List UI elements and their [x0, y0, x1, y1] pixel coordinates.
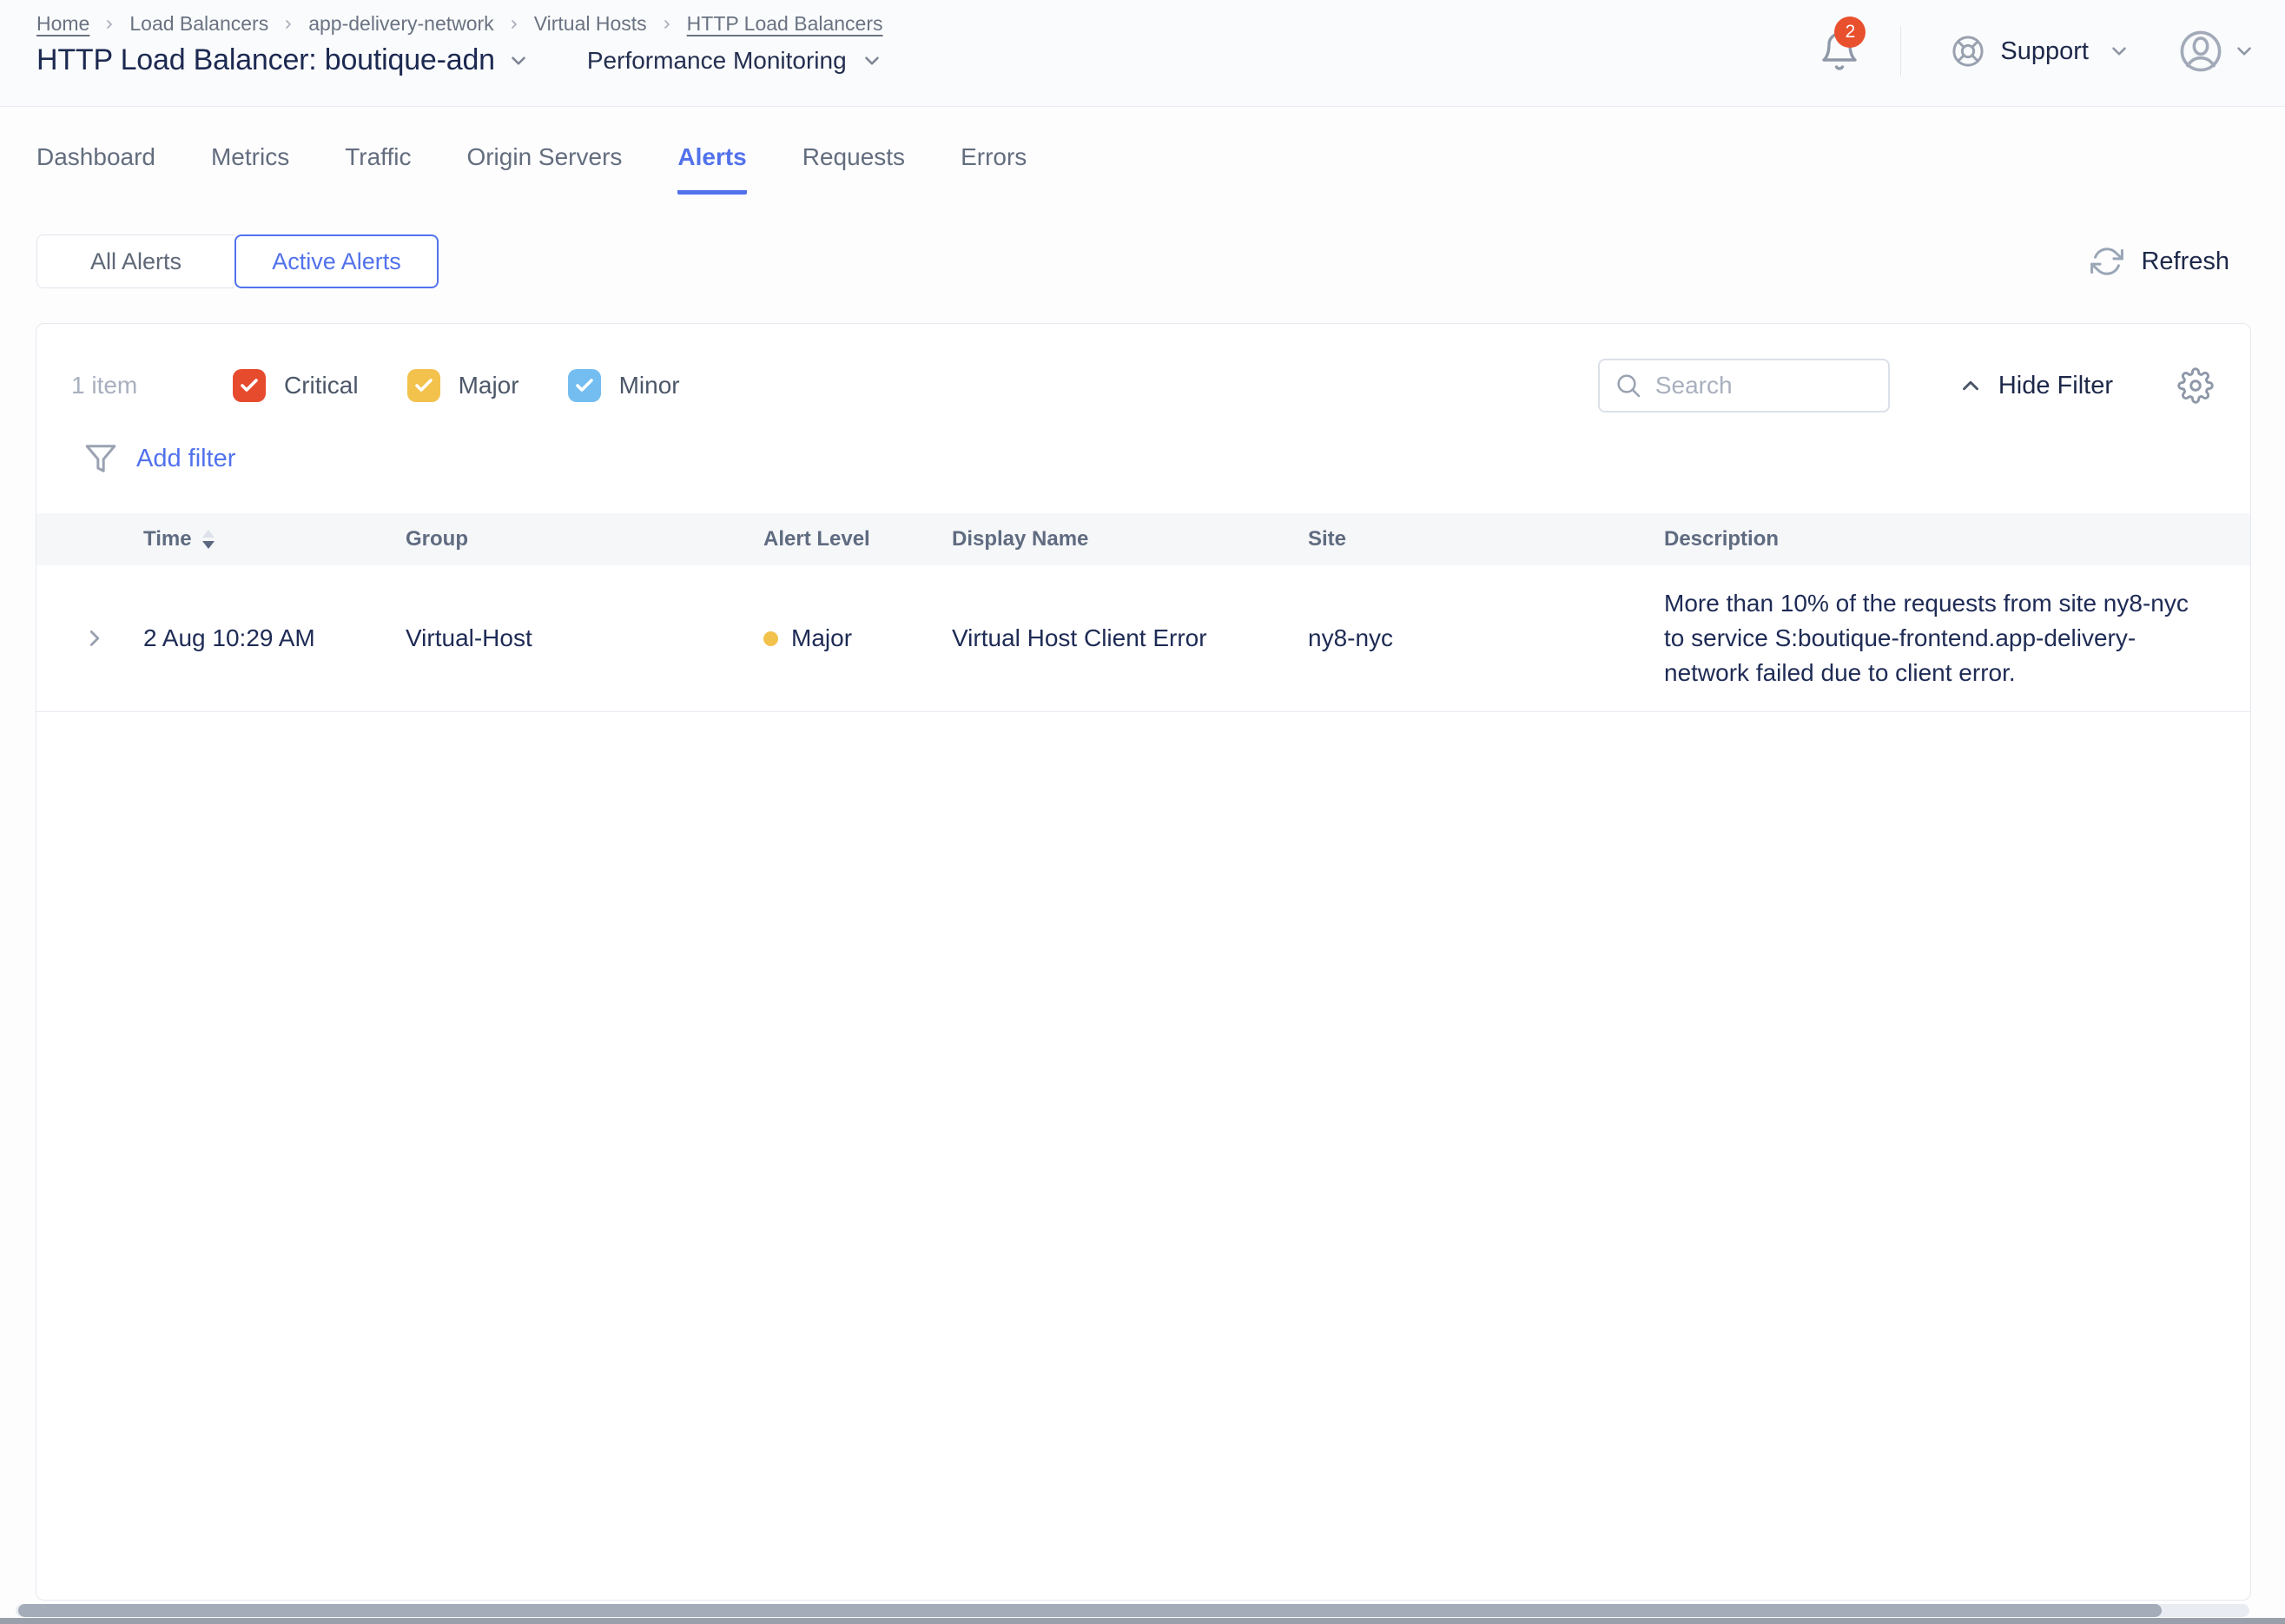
add-filter-button[interactable]: Add filter: [84, 442, 2250, 475]
search-icon: [1615, 372, 1642, 399]
tab-bar: Dashboard Metrics Traffic Origin Servers…: [36, 143, 2285, 195]
alerts-view-toggle: All Alerts Active Alerts: [36, 234, 439, 288]
breadcrumb-virtual-hosts[interactable]: Virtual Hosts: [534, 12, 647, 36]
major-level-dot-icon: [763, 631, 778, 646]
all-alerts-button[interactable]: All Alerts: [36, 234, 234, 288]
checkbox-checked-icon[interactable]: [407, 369, 440, 402]
column-header-site[interactable]: Site: [1308, 527, 1664, 551]
refresh-icon: [2090, 245, 2123, 278]
sort-desc-icon[interactable]: [202, 530, 215, 549]
alert-level-label: Major: [791, 624, 852, 652]
hide-filter-button[interactable]: Hide Filter: [1958, 372, 2113, 400]
tab-dashboard[interactable]: Dashboard: [36, 143, 155, 195]
tab-origin-servers[interactable]: Origin Servers: [466, 143, 622, 195]
lifebuoy-icon: [1950, 33, 1986, 69]
checkbox-checked-icon[interactable]: [233, 369, 266, 402]
search-input[interactable]: [1655, 372, 1873, 399]
refresh-button[interactable]: Refresh: [2090, 245, 2229, 278]
active-alerts-button[interactable]: Active Alerts: [234, 234, 439, 288]
cell-display-name: Virtual Host Client Error: [952, 624, 1308, 652]
chevron-right-icon: [281, 17, 295, 31]
breadcrumb-http-load-balancers[interactable]: HTTP Load Balancers: [687, 12, 883, 36]
breadcrumb-namespace[interactable]: app-delivery-network: [308, 12, 493, 36]
cell-time: 2 Aug 10:29 AM: [143, 624, 406, 652]
table-header: Time Group Alert Level Display Name Site…: [36, 513, 2250, 565]
breadcrumb: Home Load Balancers app-delivery-network…: [36, 12, 883, 36]
alerts-card: 1 item Critical Major Minor Hide Filter: [36, 323, 2251, 1601]
support-label: Support: [2000, 37, 2089, 66]
table-settings-button[interactable]: [2177, 367, 2214, 404]
row-expander-chevron-icon[interactable]: [36, 625, 143, 651]
column-header-time[interactable]: Time: [143, 527, 406, 551]
gear-icon: [2177, 367, 2214, 404]
chevron-up-icon: [1958, 373, 1984, 399]
column-header-alert-level[interactable]: Alert Level: [763, 527, 952, 551]
filter-bar: 1 item Critical Major Minor Hide Filter: [71, 359, 2214, 413]
tab-metrics[interactable]: Metrics: [211, 143, 289, 195]
cell-alert-level: Major: [763, 624, 952, 652]
chevron-right-icon: [507, 17, 521, 31]
add-filter-label: Add filter: [136, 445, 235, 473]
funnel-icon: [84, 442, 117, 475]
user-avatar-icon: [2177, 28, 2224, 75]
top-header: Home Load Balancers app-delivery-network…: [0, 0, 2285, 107]
breadcrumb-home[interactable]: Home: [36, 12, 89, 36]
column-header-display-name[interactable]: Display Name: [952, 527, 1308, 551]
cell-description: More than 10% of the requests from site …: [1664, 586, 2250, 690]
window-bottom-edge: [0, 1618, 2285, 1624]
chevron-down-icon: [2233, 40, 2255, 63]
horizontal-scrollbar-thumb[interactable]: [18, 1604, 2162, 1617]
table-row[interactable]: 2 Aug 10:29 AM Virtual-Host Major Virtua…: [36, 565, 2250, 712]
chevron-down-icon: [861, 50, 883, 72]
tab-requests[interactable]: Requests: [802, 143, 905, 195]
checkbox-checked-icon[interactable]: [568, 369, 601, 402]
notifications-button[interactable]: 2: [1819, 30, 1860, 72]
cell-site: ny8-nyc: [1308, 624, 1664, 652]
search-box: [1598, 359, 1890, 413]
tab-alerts[interactable]: Alerts: [677, 143, 746, 195]
column-header-description[interactable]: Description: [1664, 527, 2250, 551]
severity-filters: Critical Major Minor: [233, 369, 680, 402]
column-header-group[interactable]: Group: [406, 527, 763, 551]
account-menu[interactable]: [2177, 28, 2255, 75]
alerts-controls-row: All Alerts Active Alerts Refresh: [0, 234, 2285, 288]
notification-count-badge: 2: [1834, 17, 1866, 48]
refresh-label: Refresh: [2141, 248, 2229, 276]
header-divider: [1900, 26, 1901, 76]
item-count: 1 item: [71, 372, 203, 399]
hide-filter-label: Hide Filter: [1998, 372, 2113, 400]
view-selector-label: Performance Monitoring: [587, 47, 847, 75]
title-dropdown-chevron-icon[interactable]: [507, 50, 530, 72]
severity-label: Critical: [284, 372, 359, 399]
severity-filter-minor[interactable]: Minor: [568, 369, 680, 402]
cell-group: Virtual-Host: [406, 624, 763, 652]
chevron-right-icon: [660, 17, 674, 31]
chevron-right-icon: [102, 17, 116, 31]
tab-errors[interactable]: Errors: [961, 143, 1027, 195]
severity-label: Minor: [619, 372, 680, 399]
tab-traffic[interactable]: Traffic: [345, 143, 411, 195]
view-selector[interactable]: Performance Monitoring: [587, 47, 883, 75]
severity-filter-major[interactable]: Major: [407, 369, 519, 402]
severity-label: Major: [459, 372, 519, 399]
severity-filter-critical[interactable]: Critical: [233, 369, 359, 402]
chevron-down-icon: [2108, 40, 2130, 63]
support-menu[interactable]: Support: [1950, 33, 2130, 69]
page-title: HTTP Load Balancer: boutique-adn: [36, 43, 495, 77]
breadcrumb-load-balancers[interactable]: Load Balancers: [129, 12, 268, 36]
